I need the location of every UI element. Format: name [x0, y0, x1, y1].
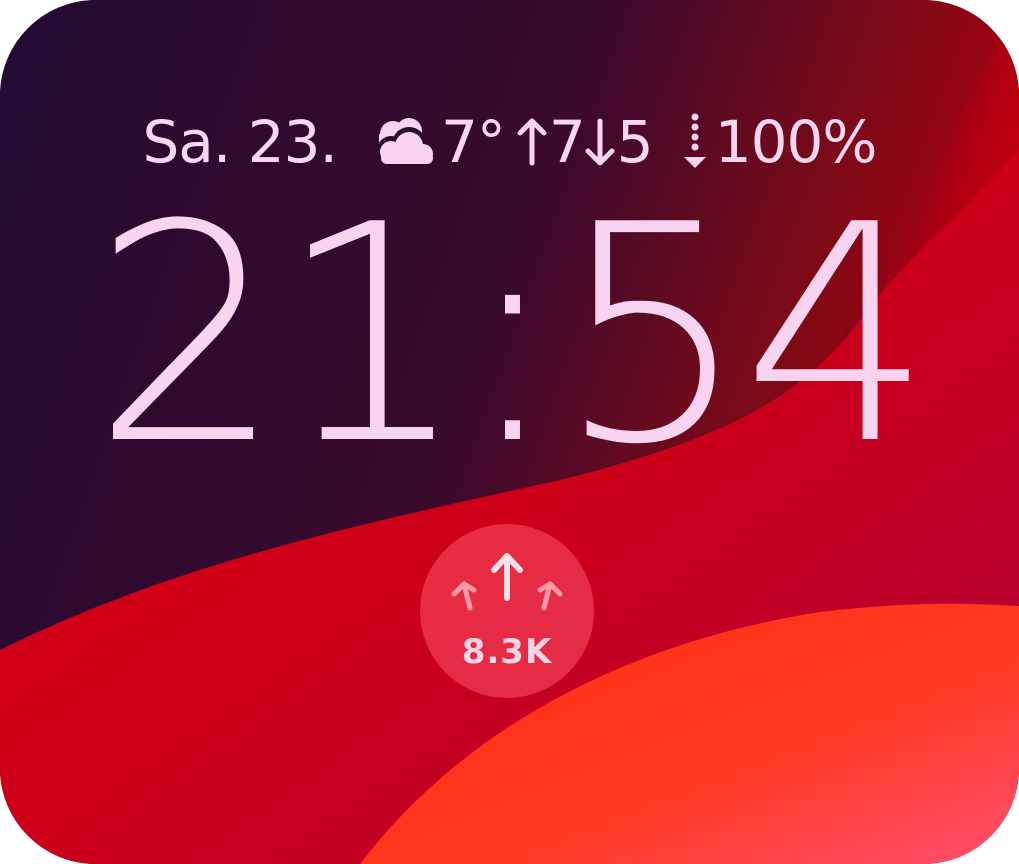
- lock-screen: Sa. 23. 7° 7 5 100% 21:54 8.3K: [0, 0, 1019, 864]
- clock-time: 21:54: [92, 161, 933, 510]
- upward-arrows-icon: [451, 553, 563, 611]
- widget-value: 8.3K: [461, 632, 553, 672]
- arrow-down-icon: [585, 118, 615, 166]
- arrow-up-icon: [517, 118, 547, 166]
- upward-widget[interactable]: 8.3K: [420, 524, 594, 698]
